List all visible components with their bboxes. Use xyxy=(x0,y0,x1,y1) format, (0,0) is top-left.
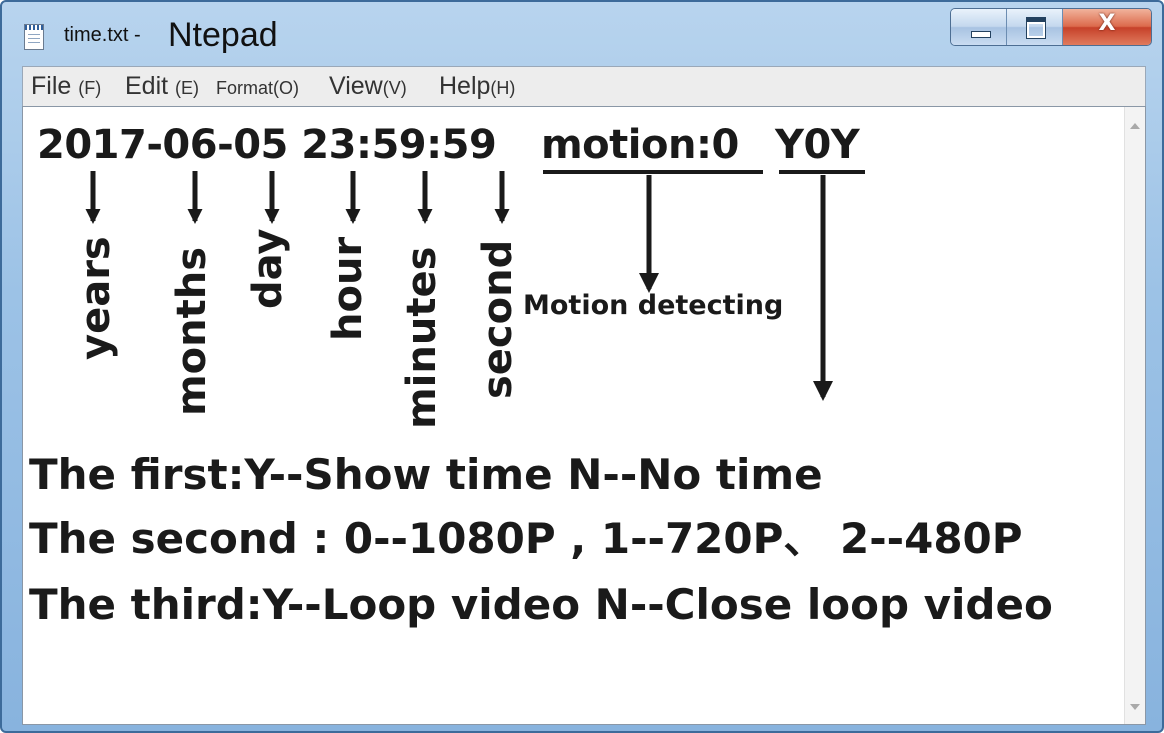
menu-view-label: View xyxy=(329,72,383,100)
text-editor-area[interactable]: 2017-06-05 23:59:59 motion:0 Y0Y years m… xyxy=(22,106,1146,725)
maximize-icon xyxy=(1026,17,1046,39)
menu-help[interactable]: Help(H) xyxy=(439,71,515,103)
menu-file-label: File xyxy=(31,72,72,100)
menu-format-label: Format xyxy=(216,78,274,98)
minimize-icon xyxy=(971,31,991,38)
label-years-text: years xyxy=(73,236,119,360)
label-hour-text: hour xyxy=(325,236,371,341)
label-day-text: day xyxy=(245,228,291,309)
vertical-scrollbar[interactable] xyxy=(1124,107,1145,724)
menu-format-key: (O) xyxy=(273,78,300,98)
notepad-icon[interactable] xyxy=(24,24,44,50)
line-first: The first:Y--Show time N--No time xyxy=(29,450,823,499)
maximize-button[interactable] xyxy=(1007,9,1063,45)
menu-help-label: Help xyxy=(439,72,491,100)
label-second: second xyxy=(475,159,521,459)
menu-edit-label: Edit xyxy=(125,72,169,100)
title-bar[interactable]: time.txt - Ntepad X xyxy=(2,2,1162,64)
label-second-text: second xyxy=(475,239,521,399)
menu-edit[interactable]: Edit (E) xyxy=(125,71,199,103)
label-months: months xyxy=(169,159,215,459)
menu-view-key: (V) xyxy=(382,78,407,98)
menu-bar: File (F) Edit (E) Format(O) View(V) Help… xyxy=(22,66,1146,106)
label-months-text: months xyxy=(169,246,215,416)
menu-format[interactable]: Format(O) xyxy=(216,71,299,103)
minimize-button[interactable] xyxy=(951,9,1007,45)
label-minutes-text: minutes xyxy=(399,246,445,429)
notepad-window: time.txt - Ntepad X File (F) Edit (E) Fo… xyxy=(0,0,1164,733)
close-button[interactable]: X xyxy=(1063,9,1151,45)
label-years: years xyxy=(73,159,119,459)
line-third: The third:Y--Loop video N--Close loop vi… xyxy=(29,580,1053,629)
line-second: The second : 0--1080P , 1--720P、 2--480P xyxy=(29,514,1023,563)
menu-file[interactable]: File (F) xyxy=(31,71,101,103)
window-title-file: time.txt - xyxy=(64,24,141,46)
menu-file-key: (F) xyxy=(78,78,102,98)
label-minutes: minutes xyxy=(399,159,445,459)
menu-help-key: (H) xyxy=(490,78,516,98)
window-title-app: Ntepad xyxy=(168,16,278,54)
scroll-down-arrow-icon[interactable] xyxy=(1130,704,1140,710)
label-hour: hour xyxy=(325,159,371,459)
menu-edit-key: (E) xyxy=(175,78,200,98)
scroll-up-arrow-icon[interactable] xyxy=(1130,123,1140,129)
window-controls: X xyxy=(950,8,1152,46)
menu-view[interactable]: View(V) xyxy=(329,71,407,103)
label-day: day xyxy=(245,159,291,459)
close-icon: X xyxy=(1098,11,1116,36)
motion-detecting-label: Motion detecting xyxy=(523,290,784,321)
